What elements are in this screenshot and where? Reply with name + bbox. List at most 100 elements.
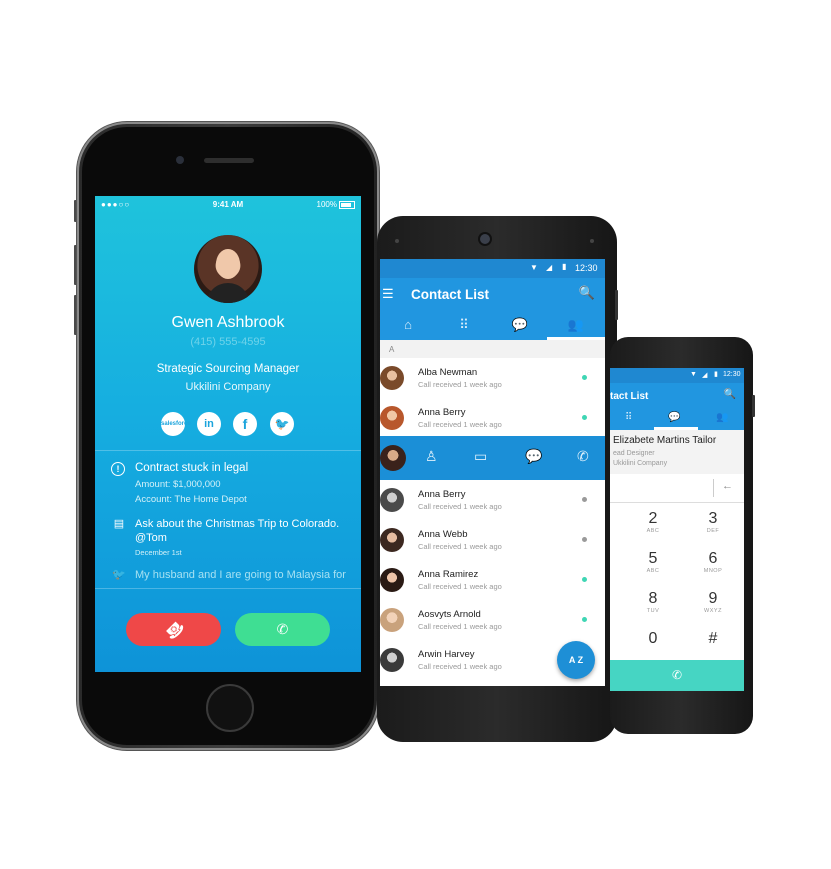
chat-icon[interactable]: 💬	[668, 412, 680, 423]
status-dot	[582, 577, 587, 582]
call-button[interactable]: ✆	[610, 660, 744, 691]
iphone-speaker	[204, 158, 254, 163]
caller-avatar	[194, 235, 262, 303]
key-letters: ABC	[646, 568, 660, 574]
page-title: tact List	[610, 391, 649, 402]
avatar	[380, 648, 404, 672]
contact-row[interactable]: Anna Webb Call received 1 week ago	[380, 520, 605, 561]
tab-dialpad[interactable]: ⠿	[436, 312, 492, 340]
iphone-home-button[interactable]	[206, 684, 254, 732]
app-bar: ☰ Contact List 🔍	[380, 278, 605, 312]
key-digit: 2	[648, 510, 658, 527]
tab-bar: ⠿ 💬 👥	[610, 409, 744, 430]
facebook-icon[interactable]: f	[233, 412, 257, 436]
android-sensor	[590, 239, 594, 243]
search-icon[interactable]: 🔍	[724, 389, 736, 400]
feed-tweet: My husband and I are going to Malaysia f…	[135, 569, 346, 581]
key-digit: 9	[708, 590, 718, 607]
contacts-icon[interactable]: 👥	[716, 412, 728, 423]
feed-amount: Amount: $1,000,000	[135, 479, 221, 490]
contact-row[interactable]: Anna Berry Call received 1 week ago	[380, 398, 605, 437]
twitter-feed-icon: 🐦	[112, 569, 126, 581]
alphabet-index-button[interactable]: A Z	[557, 641, 595, 679]
page-title: Contact List	[411, 287, 490, 302]
status-dot	[582, 375, 587, 380]
tab-contacts[interactable]: 👥	[548, 312, 604, 340]
phone-icon[interactable]: ✆	[577, 448, 589, 465]
key-digit: 8	[648, 590, 658, 607]
feed-account: Account: The Home Depot	[135, 494, 247, 505]
battery-icon	[339, 200, 355, 209]
key-letters: TUV	[646, 608, 660, 614]
chat-icon: 💬	[511, 317, 529, 332]
dial-key-6[interactable]: 6 MNOP	[683, 550, 743, 588]
android-sensor	[395, 239, 399, 243]
accept-call-button[interactable]: ✆	[235, 613, 330, 646]
contact-row[interactable]: Anna Ramirez Call received 1 week ago	[380, 560, 605, 601]
contact-subtitle: Call received 1 week ago	[418, 662, 502, 671]
hang-up-icon: ☎	[160, 616, 187, 643]
status-dot	[582, 537, 587, 542]
contact-row[interactable]: Aosvyts Arnold Call received 1 week ago	[380, 600, 605, 641]
caller-company: Ukkilini Company	[185, 381, 271, 393]
avatar	[380, 488, 404, 512]
profile-icon[interactable]: ♙	[425, 448, 438, 465]
signal-icon: ◢	[546, 263, 553, 272]
dialpad-icon[interactable]: ⠿	[625, 412, 632, 423]
contact-subtitle: Call received 1 week ago	[418, 622, 502, 631]
salesforce-icon[interactable]: salesforce	[161, 412, 191, 436]
key-digit: 0	[648, 630, 658, 647]
video-icon[interactable]: ▭	[474, 448, 487, 465]
dial-key-8[interactable]: 8 TUV	[623, 590, 683, 628]
key-digit: 5	[648, 550, 658, 567]
battery-icon: ▮	[562, 262, 567, 271]
android-power-button	[615, 290, 618, 320]
key-letters: WXYZ	[704, 608, 722, 614]
signal-icon: ◢	[702, 372, 708, 379]
dial-key-9[interactable]: 9 WXYZ	[683, 590, 743, 628]
contact-subtitle: Call received 1 week ago	[418, 582, 502, 591]
contact-subtitle: Call received 1 week ago	[418, 542, 502, 551]
contact-name: Arwin Harvey	[418, 649, 475, 660]
avatar	[380, 528, 404, 552]
chat-icon[interactable]: 💬	[525, 448, 542, 465]
battery-indicator: 100%	[317, 200, 355, 209]
status-dot	[582, 617, 587, 622]
avatar	[380, 366, 404, 390]
caller-phone: (415) 555-4595	[190, 336, 266, 348]
contact-row[interactable]: Anna Berry Call received 1 week ago	[380, 480, 605, 521]
android-power-button	[752, 395, 755, 417]
dial-key-5[interactable]: 5 ABC	[623, 550, 683, 588]
dial-key-3[interactable]: 3 DEF	[683, 510, 743, 548]
section-header: A	[380, 340, 605, 358]
twitter-icon[interactable]: 🐦	[270, 412, 294, 436]
contact-name: Anna Berry	[418, 489, 466, 500]
contact-row[interactable]: Alba Newman Call received 1 week ago	[380, 358, 605, 399]
battery-icon: ▮	[714, 371, 718, 378]
contact-role: ead Designer	[613, 450, 655, 457]
menu-icon[interactable]: ☰	[382, 286, 394, 302]
divider	[95, 450, 361, 451]
decline-call-button[interactable]: ☎	[126, 613, 221, 646]
number-input[interactable]: ←	[610, 474, 744, 503]
divider	[713, 479, 714, 497]
contact-name: Alba Newman	[418, 367, 478, 378]
incoming-call-screen: ●●●○○ 9:41 AM 100% Gwen Ashbrook (415) 5…	[95, 196, 361, 672]
contact-name: Anna Berry	[418, 407, 466, 418]
dialer-screen: ▼ ◢ ▮ 12:30 tact List 🔍 ⠿ 💬 👥 Elizabete …	[610, 368, 744, 691]
dial-key-2[interactable]: 2 ABC	[623, 510, 683, 548]
android-status-bar: ▼ ◢ ▮ 12:30	[380, 259, 605, 278]
tab-messages[interactable]: 💬	[492, 312, 548, 340]
contact-name: Anna Ramirez	[418, 569, 479, 580]
search-icon[interactable]: 🔍	[579, 285, 595, 301]
android-camera	[480, 234, 490, 244]
backspace-icon[interactable]: ←	[722, 480, 733, 492]
key-letters: MNOP	[703, 568, 723, 574]
android-status-bar: ▼ ◢ ▮ 12:30	[610, 368, 744, 383]
linkedin-icon[interactable]: in	[197, 412, 221, 436]
tab-home[interactable]: ⌂	[380, 312, 436, 340]
contact-company: Ukkilini Company	[613, 460, 668, 467]
dialpad-icon: ⠿	[459, 317, 469, 332]
phone-icon: ✆	[276, 621, 289, 637]
caller-role: Strategic Sourcing Manager	[156, 363, 300, 375]
